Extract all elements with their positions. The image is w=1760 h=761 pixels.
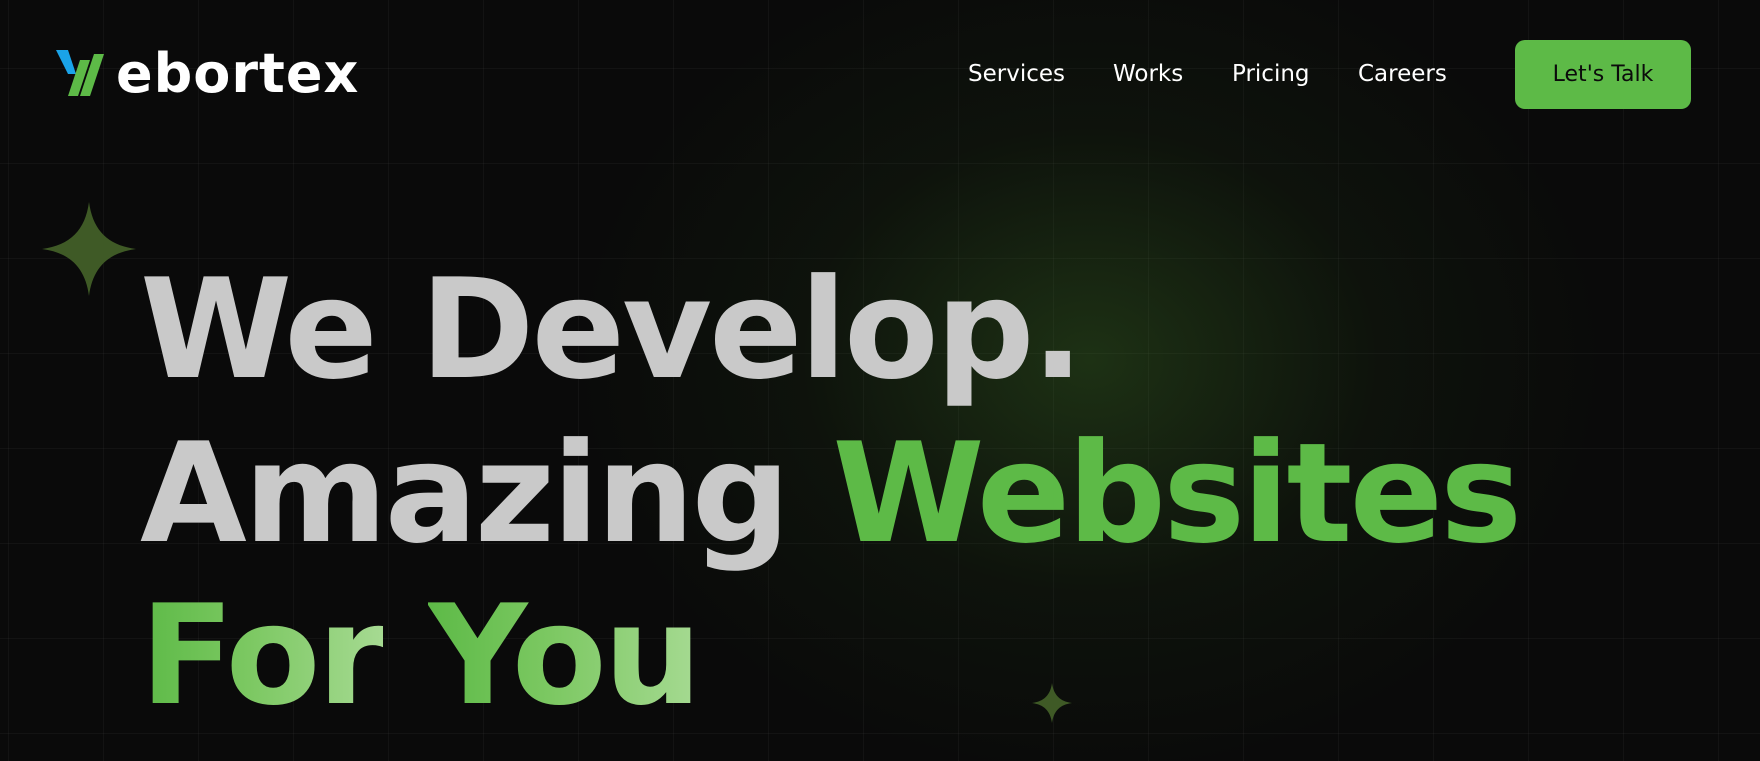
hero-headline: We Develop. Amazing Websites For You bbox=[140, 250, 1522, 736]
hero-word-develop: Develop. bbox=[419, 249, 1084, 410]
lets-talk-button[interactable]: Let's Talk bbox=[1515, 40, 1691, 109]
hero-word-for: For bbox=[140, 575, 386, 736]
brand-logo[interactable]: ebortex bbox=[54, 44, 359, 104]
hero-word-we: We bbox=[140, 249, 378, 410]
sparkle-star-icon bbox=[42, 202, 136, 296]
hero-line-3: For You bbox=[140, 576, 1519, 736]
nav-item-services[interactable]: Services bbox=[968, 56, 1065, 92]
hero-line-1: We Develop. bbox=[140, 250, 1519, 410]
nav-item-works[interactable]: Works bbox=[1113, 56, 1183, 92]
hero-word-amazing: Amazing bbox=[140, 413, 790, 574]
nav-item-careers[interactable]: Careers bbox=[1358, 56, 1447, 92]
hero-section: We Develop. Amazing Websites For You bbox=[140, 250, 1522, 736]
logo-mark-icon bbox=[56, 50, 104, 96]
nav-item-pricing[interactable]: Pricing bbox=[1232, 56, 1310, 92]
hero-word-you: You bbox=[427, 575, 702, 736]
logo-text: ebortex bbox=[116, 42, 360, 105]
hero-word-websites: Websites bbox=[832, 413, 1522, 574]
hero-line-2: Amazing Websites bbox=[140, 413, 1522, 574]
site-header: ebortex Services Works Pricing Careers L… bbox=[0, 0, 1760, 150]
